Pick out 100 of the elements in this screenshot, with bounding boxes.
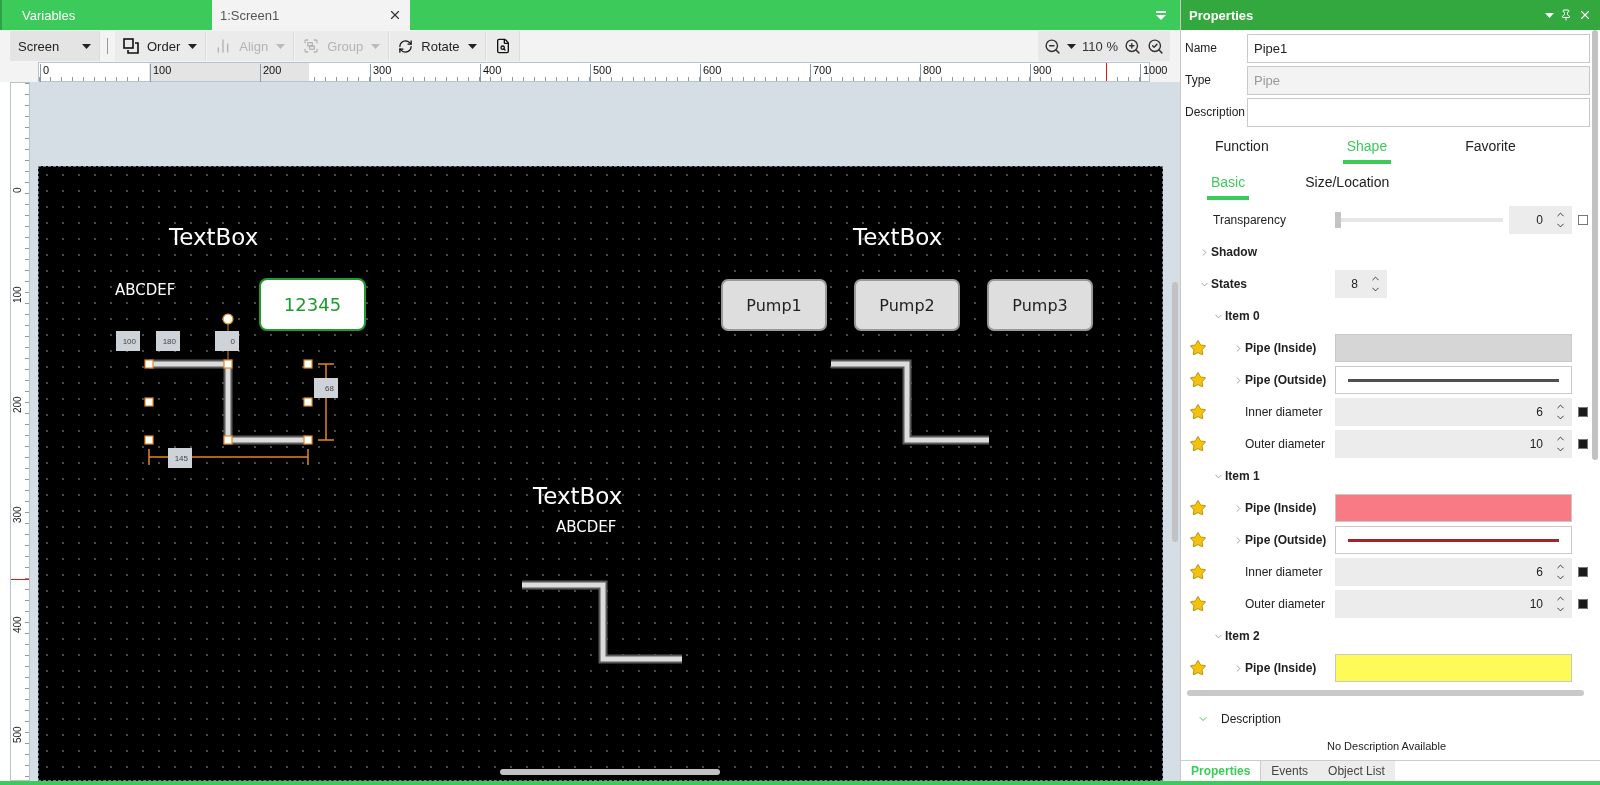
caret-icon: [467, 43, 477, 49]
caret-icon: [1067, 43, 1077, 49]
section-title: Description: [1221, 712, 1282, 726]
dimension-label: 145: [168, 448, 192, 468]
ruler-label: 400: [12, 616, 23, 633]
scrollbar-thumb[interactable]: [1187, 690, 1584, 696]
tab-menu-icon[interactable]: [1156, 10, 1166, 20]
scrollbar-thumb[interactable]: [500, 769, 720, 775]
number-spinner[interactable]: 0: [1509, 206, 1572, 234]
property-label: Pipe (Outside): [1245, 533, 1327, 547]
binding-square-icon[interactable]: [1578, 599, 1588, 609]
caret-icon: [276, 43, 286, 49]
checkbox[interactable]: [1578, 215, 1588, 225]
group-icon: [303, 38, 320, 54]
binding-square-icon[interactable]: [1578, 407, 1588, 417]
slider-thumb[interactable]: [1335, 212, 1341, 228]
color-swatch[interactable]: [1335, 494, 1572, 522]
ruler-label: 100: [12, 286, 23, 303]
text-field[interactable]: Pipe1: [1247, 33, 1590, 63]
property-label: Inner diameter: [1245, 405, 1323, 419]
pin-icon[interactable]: [1560, 9, 1572, 21]
color-swatch[interactable]: [1335, 334, 1572, 362]
panel-menu-icon: [1545, 12, 1554, 18]
panel-tab[interactable]: Object List: [1318, 761, 1395, 781]
panel-tab[interactable]: Events: [1261, 761, 1319, 781]
zoom-level: 110 %: [1082, 38, 1118, 54]
rotate-icon: [398, 38, 414, 54]
line-style-box[interactable]: [1335, 366, 1572, 394]
dimension-label: 0: [215, 331, 239, 351]
binding-square-icon[interactable]: [1578, 439, 1588, 449]
numeric-display[interactable]: 12345: [259, 278, 366, 331]
zoom-in-icon[interactable]: [1124, 37, 1141, 55]
pump-button[interactable]: Pump2: [854, 279, 960, 331]
ruler-label: 500: [12, 726, 23, 743]
pipe-drawing[interactable]: [831, 359, 989, 445]
scrollbar-thumb[interactable]: [1592, 30, 1598, 460]
description-text: No Description Available: [1326, 739, 1447, 754]
property-label: Pipe (Outside): [1245, 373, 1327, 387]
number-spinner[interactable]: 10: [1335, 590, 1572, 618]
zoom-out-icon[interactable]: [1044, 37, 1062, 55]
category-tab[interactable]: Function: [1211, 134, 1273, 164]
panel-title: Properties: [1189, 7, 1254, 23]
canvas-text[interactable]: ABCDEF: [556, 518, 617, 536]
star-icon[interactable]: [1189, 339, 1207, 357]
toolbar-menu-button[interactable]: Order: [115, 31, 207, 61]
canvas-text[interactable]: ABCDEF: [115, 281, 176, 299]
caret-icon: [188, 43, 198, 49]
screen-dropdown[interactable]: Screen: [10, 31, 100, 61]
canvas-text[interactable]: TextBox: [169, 224, 259, 250]
property-label: Outer diameter: [1245, 597, 1326, 611]
property-label: Transparency: [1213, 213, 1286, 227]
pump-button[interactable]: Pump3: [987, 279, 1093, 331]
close-icon[interactable]: [388, 8, 402, 22]
star-icon[interactable]: [1189, 403, 1207, 421]
line-style-box[interactable]: [1335, 526, 1572, 554]
property-label: Inner diameter: [1245, 565, 1323, 579]
color-swatch[interactable]: [1335, 654, 1572, 682]
item-label: Item 2: [1225, 629, 1260, 643]
star-icon[interactable]: [1189, 371, 1207, 389]
overlapping-squares-icon: [123, 38, 139, 54]
number-spinner[interactable]: 10: [1335, 430, 1572, 458]
binding-square-icon[interactable]: [1578, 567, 1588, 577]
group-label: Shadow: [1211, 245, 1257, 259]
category-tab[interactable]: Favorite: [1461, 134, 1520, 164]
star-icon[interactable]: [1189, 595, 1207, 613]
number-spinner[interactable]: 6: [1335, 398, 1572, 426]
property-label: Pipe (Inside): [1245, 341, 1317, 355]
property-label: Pipe (Inside): [1245, 661, 1317, 675]
item-label: Item 0: [1225, 309, 1260, 323]
preview-button[interactable]: [486, 31, 520, 61]
star-icon[interactable]: [1189, 435, 1207, 453]
zoom-fit-icon[interactable]: [1147, 37, 1164, 55]
ruler-label: 300: [12, 506, 23, 523]
text-field[interactable]: [1247, 97, 1590, 127]
ruler-label: 200: [12, 396, 23, 413]
canvas-text[interactable]: TextBox: [533, 483, 623, 509]
dimension-label: 180: [156, 331, 180, 351]
number-spinner[interactable]: 6: [1335, 558, 1572, 586]
expand-caret-icon[interactable]: [1233, 502, 1244, 514]
pipe-drawing[interactable]: [522, 580, 682, 664]
number-spinner[interactable]: 8: [1335, 270, 1387, 298]
caret-icon: [371, 43, 381, 49]
dimension-label: 100: [116, 331, 140, 351]
toolbar-menu-button[interactable]: Rotate: [390, 31, 486, 61]
sub-tab[interactable]: Size/Location: [1301, 170, 1394, 200]
preview-icon: [494, 38, 511, 54]
field-label: Name: [1184, 41, 1218, 55]
star-icon[interactable]: [1189, 563, 1207, 581]
scrollbar-thumb[interactable]: [1172, 282, 1178, 542]
property-label: Pipe (Inside): [1245, 501, 1317, 515]
star-icon[interactable]: [1189, 531, 1207, 549]
canvas-text[interactable]: TextBox: [853, 224, 943, 250]
star-icon[interactable]: [1189, 659, 1207, 677]
star-icon[interactable]: [1189, 499, 1207, 517]
selected-pipe-drawing[interactable]: [144, 313, 335, 466]
document-tab[interactable]: 1:Screen1: [212, 0, 410, 30]
pump-button[interactable]: Pump1: [721, 279, 827, 331]
field-label: Description: [1184, 105, 1247, 119]
property-label: Outer diameter: [1245, 437, 1326, 451]
expand-caret-icon[interactable]: [1199, 246, 1210, 258]
